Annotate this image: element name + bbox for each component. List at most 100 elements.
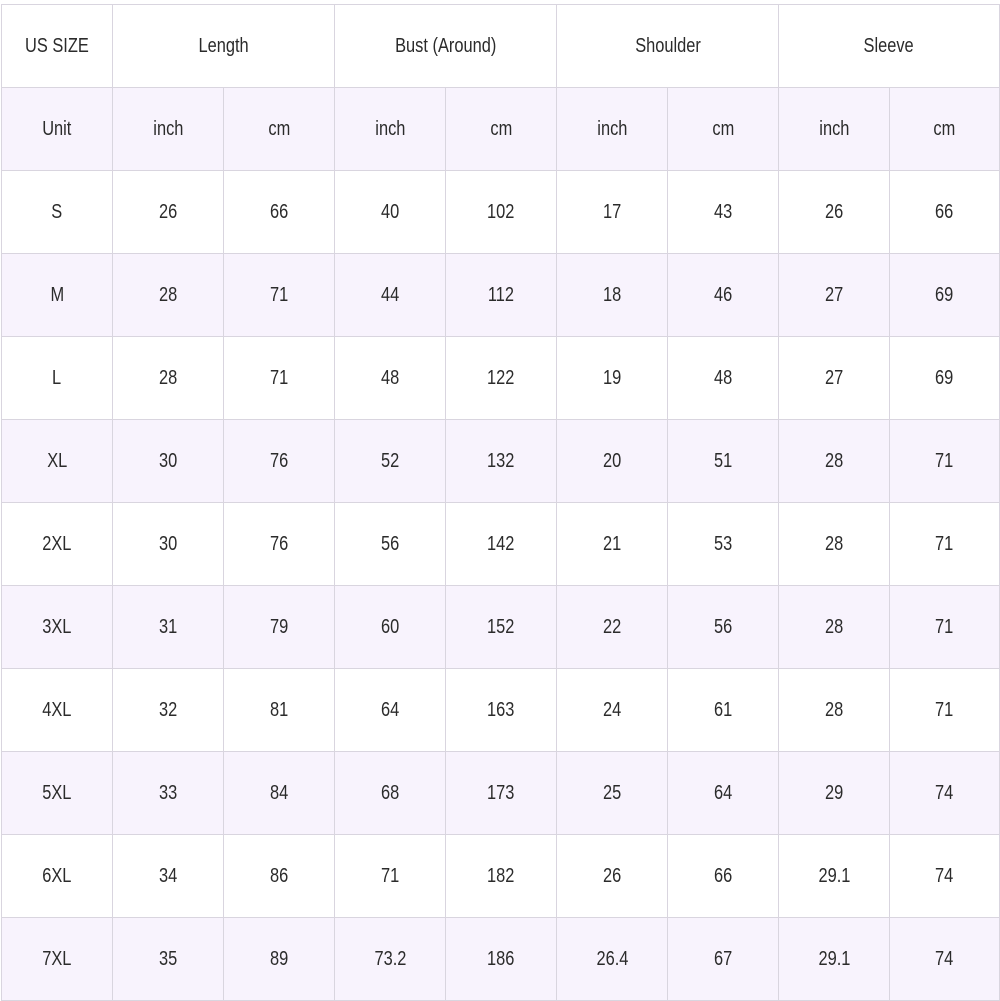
measurement-value: 102 xyxy=(487,200,515,223)
table-row: M 28 71 44 112 18 46 27 69 xyxy=(1,253,1000,337)
measurement-cell: 28 xyxy=(778,668,891,752)
measurement-cell: 173 xyxy=(445,751,558,835)
size-label: L xyxy=(52,366,62,389)
measurement-cell: 66 xyxy=(889,170,1000,254)
measurement-value: 25 xyxy=(602,781,622,804)
measurement-value: 71 xyxy=(935,449,954,472)
measurement-cell: 132 xyxy=(445,419,558,503)
measurement-value: 28 xyxy=(824,615,844,638)
measurement-value: 69 xyxy=(935,366,954,389)
measurement-value: 66 xyxy=(713,864,733,887)
measurement-value: 56 xyxy=(713,615,733,638)
measurement-cell: 71 xyxy=(889,419,1000,503)
measurement-cell: 26 xyxy=(112,170,224,254)
measurement-cell: 81 xyxy=(222,668,336,752)
measurement-value: 30 xyxy=(158,449,178,472)
measurement-value: 71 xyxy=(269,283,289,306)
measurement-cell: 71 xyxy=(889,668,1000,752)
measurement-value: 26.4 xyxy=(596,947,628,970)
measurement-cell: 30 xyxy=(112,502,224,586)
measurement-cell: 32 xyxy=(112,668,224,752)
measurement-value: 71 xyxy=(380,864,400,887)
size-cell: 6XL xyxy=(1,834,113,918)
measurement-value: 28 xyxy=(158,283,178,306)
size-cell: 4XL xyxy=(1,668,113,752)
measurement-value: 30 xyxy=(158,532,178,555)
measurement-value: 71 xyxy=(935,532,954,555)
unit-cell: cm xyxy=(889,87,1000,171)
measurement-cell: 17 xyxy=(556,170,669,254)
unit-cell: inch xyxy=(778,87,891,171)
measurement-value: 40 xyxy=(380,200,400,223)
measurement-cell: 182 xyxy=(445,834,558,918)
size-label: 7XL xyxy=(42,947,72,970)
measurement-value: 22 xyxy=(602,615,622,638)
measurement-value: 74 xyxy=(935,781,954,804)
header-shoulder-label: Shoulder xyxy=(634,34,701,57)
measurement-value: 152 xyxy=(487,615,515,638)
table-row: L 28 71 48 122 19 48 27 69 xyxy=(1,336,1000,420)
measurement-value: 74 xyxy=(935,947,954,970)
measurement-value: 186 xyxy=(487,947,515,970)
measurement-cell: 61 xyxy=(667,668,780,752)
unit-label: cm xyxy=(268,117,290,140)
measurement-value: 71 xyxy=(935,615,954,638)
measurement-value: 73.2 xyxy=(374,947,406,970)
measurement-cell: 25 xyxy=(556,751,669,835)
measurement-value: 64 xyxy=(713,781,733,804)
measurement-cell: 69 xyxy=(889,336,1000,420)
measurement-value: 24 xyxy=(602,698,622,721)
measurement-value: 122 xyxy=(487,366,515,389)
unit-cell: cm xyxy=(222,87,336,171)
measurement-cell: 34 xyxy=(112,834,224,918)
size-label: 6XL xyxy=(42,864,72,887)
size-label: 4XL xyxy=(42,698,72,721)
units-row: Unit inch cm inch cm inch cm inch cm xyxy=(1,87,1000,171)
measurement-value: 61 xyxy=(713,698,733,721)
size-label: 5XL xyxy=(42,781,72,804)
measurement-value: 27 xyxy=(824,283,844,306)
measurement-cell: 35 xyxy=(112,917,224,1001)
measurement-value: 132 xyxy=(487,449,515,472)
measurement-cell: 69 xyxy=(889,253,1000,337)
measurement-cell: 86 xyxy=(222,834,336,918)
measurement-value: 21 xyxy=(602,532,622,555)
size-rows: S 26 66 40 102 17 43 26 66 M 28 71 44 112 18 46 27 69 L 28 7… xyxy=(1,170,1000,1001)
header-sleeve-cell: Sleeve xyxy=(778,4,1000,88)
measurement-value: 64 xyxy=(380,698,400,721)
size-cell: 2XL xyxy=(1,502,113,586)
units-label: Unit xyxy=(42,117,72,140)
table-row: S 26 66 40 102 17 43 26 66 xyxy=(1,170,1000,254)
measurement-cell: 84 xyxy=(222,751,336,835)
measurement-value: 89 xyxy=(269,947,289,970)
measurement-cell: 44 xyxy=(334,253,447,337)
table-row: 5XL 33 84 68 173 25 64 29 74 xyxy=(1,751,1000,835)
measurement-cell: 67 xyxy=(667,917,780,1001)
measurement-cell: 52 xyxy=(334,419,447,503)
measurement-cell: 27 xyxy=(778,336,891,420)
size-label: 3XL xyxy=(42,615,72,638)
measurement-cell: 51 xyxy=(667,419,780,503)
measurement-value: 33 xyxy=(158,781,178,804)
unit-label: cm xyxy=(933,117,956,140)
table-row: 3XL 31 79 60 152 22 56 28 71 xyxy=(1,585,1000,669)
measurement-cell: 163 xyxy=(445,668,558,752)
measurement-value: 76 xyxy=(269,532,289,555)
size-label: M xyxy=(50,283,64,306)
measurement-value: 44 xyxy=(380,283,400,306)
measurement-value: 112 xyxy=(487,283,515,306)
measurement-cell: 71 xyxy=(889,585,1000,669)
measurement-cell: 64 xyxy=(667,751,780,835)
measurement-cell: 28 xyxy=(778,419,891,503)
measurement-value: 32 xyxy=(158,698,178,721)
measurement-cell: 22 xyxy=(556,585,669,669)
measurement-value: 76 xyxy=(269,449,289,472)
measurement-cell: 74 xyxy=(889,834,1000,918)
measurement-value: 28 xyxy=(158,366,178,389)
unit-cell: inch xyxy=(334,87,447,171)
measurement-value: 71 xyxy=(269,366,289,389)
measurement-cell: 79 xyxy=(222,585,336,669)
measurement-value: 182 xyxy=(487,864,515,887)
measurement-cell: 33 xyxy=(112,751,224,835)
measurement-value: 71 xyxy=(935,698,954,721)
